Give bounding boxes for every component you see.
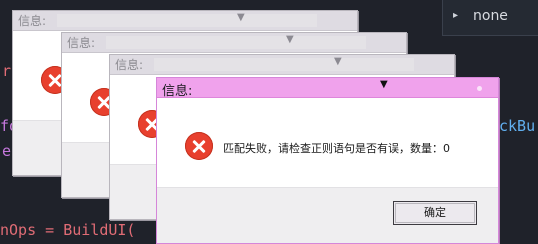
error-message-dialog[interactable]: 信息: ▼ 匹配失败，请检查正则语句是否有误，数量：0 确定 — [156, 77, 499, 244]
window-control-dot-icon[interactable] — [477, 86, 482, 91]
ok-button[interactable]: 确定 — [393, 201, 477, 225]
title-highlight — [106, 36, 366, 49]
dialog-titlebar[interactable]: 信息: ▼ — [62, 33, 406, 53]
dialog-menu-caret-icon[interactable]: ▼ — [286, 34, 294, 45]
title-highlight — [154, 58, 414, 71]
error-icon — [185, 132, 213, 160]
dialog-title: 信息: — [115, 58, 144, 72]
code-fragment: r — [2, 62, 12, 80]
dialog-titlebar[interactable]: 信息: ▼ — [157, 78, 498, 99]
dialog-menu-caret-icon[interactable]: ▼ — [334, 56, 342, 67]
code-fragment: ckBu — [499, 117, 536, 135]
code-fragment: e — [2, 142, 12, 160]
dialog-menu-caret-icon[interactable]: ▼ — [237, 12, 245, 23]
dialog-footer: 确定 — [157, 187, 498, 243]
dialog-titlebar[interactable]: 信息: ▼ — [13, 11, 357, 31]
dialog-titlebar[interactable]: 信息: ▼ — [110, 55, 454, 75]
dialog-title: 信息: — [67, 36, 96, 50]
code-fragment: nOps = BuildUI( — [0, 221, 136, 239]
title-highlight — [57, 14, 317, 27]
autocomplete-suggestion[interactable]: ▸ none — [442, 0, 538, 36]
dialog-title: 信息: — [162, 84, 193, 99]
dialog-title: 信息: — [18, 14, 47, 28]
suggestion-label: none — [473, 8, 508, 24]
expand-arrow-icon: ▸ — [453, 10, 459, 21]
dialog-menu-caret-icon[interactable]: ▼ — [380, 79, 388, 90]
error-message: 匹配失败，请检查正则语句是否有误，数量：0 — [223, 142, 450, 155]
